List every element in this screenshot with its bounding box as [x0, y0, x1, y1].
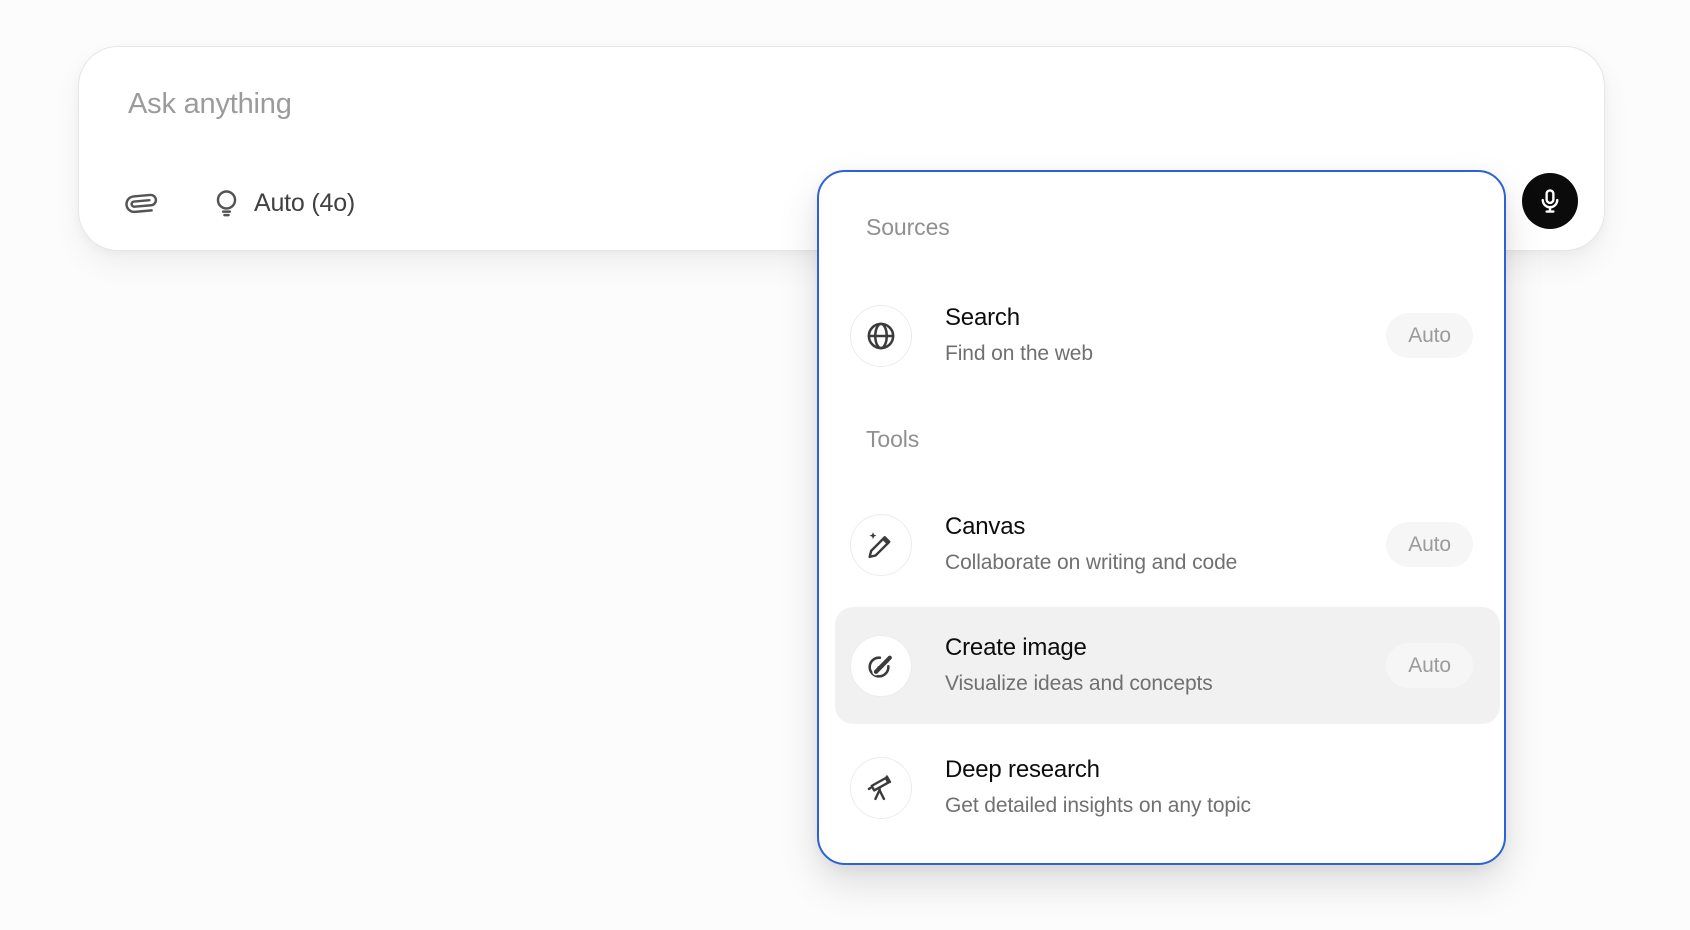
- search-auto-badge[interactable]: Auto: [1386, 313, 1473, 358]
- attach-file-button[interactable]: [126, 188, 157, 219]
- microphone-icon: [1535, 186, 1565, 216]
- paperclip-icon: [126, 188, 157, 219]
- model-selector-label: Auto (4o): [254, 189, 355, 218]
- menu-item-subtitle: Visualize ideas and concepts: [945, 670, 1213, 698]
- section-label-sources: Sources: [866, 212, 950, 242]
- menu-item-create-image[interactable]: Create image Visualize ideas and concept…: [835, 607, 1500, 724]
- menu-item-subtitle: Get detailed insights on any topic: [945, 792, 1251, 820]
- menu-item-title: Canvas: [945, 512, 1237, 542]
- pencil-sparkle-icon: [850, 514, 912, 576]
- tools-menu-popup: Sources Search Find on the web Auto Tool…: [817, 170, 1506, 865]
- prompt-input[interactable]: Ask anything: [128, 87, 292, 121]
- canvas-auto-badge[interactable]: Auto: [1386, 522, 1473, 567]
- menu-item-title: Deep research: [945, 755, 1251, 785]
- menu-item-canvas[interactable]: Canvas Collaborate on writing and code A…: [835, 486, 1500, 603]
- telescope-icon: [850, 757, 912, 819]
- dictate-button[interactable]: [1522, 173, 1578, 229]
- composer-controls: Auto (4o): [126, 175, 355, 231]
- menu-item-title: Create image: [945, 633, 1213, 663]
- menu-item-title: Search: [945, 303, 1093, 333]
- menu-item-subtitle: Find on the web: [945, 340, 1093, 368]
- create-image-auto-badge[interactable]: Auto: [1386, 643, 1473, 688]
- model-selector[interactable]: Auto (4o): [211, 188, 355, 219]
- globe-icon: [850, 305, 912, 367]
- menu-item-deep-research[interactable]: Deep research Get detailed insights on a…: [835, 729, 1500, 846]
- section-label-tools: Tools: [866, 424, 919, 454]
- paintbrush-palette-icon: [850, 635, 912, 697]
- menu-item-search[interactable]: Search Find on the web Auto: [835, 277, 1500, 394]
- lightbulb-icon: [211, 188, 242, 219]
- menu-item-subtitle: Collaborate on writing and code: [945, 549, 1237, 577]
